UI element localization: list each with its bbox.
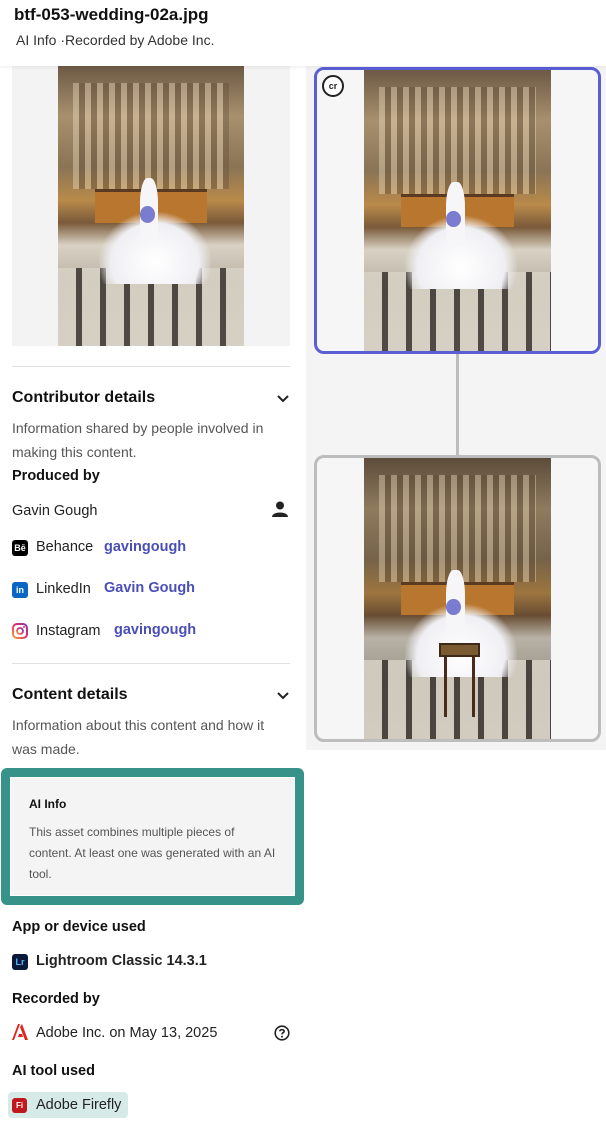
ai-tool-label: AI tool used (12, 1063, 95, 1079)
person-icon (272, 501, 288, 517)
help-icon[interactable] (274, 1025, 290, 1041)
ingredient-asset-node[interactable] (314, 455, 601, 742)
recorded-by-value: Adobe Inc. on May 13, 2025 (36, 1025, 218, 1041)
divider (12, 663, 290, 664)
adobe-logo-icon (12, 1024, 28, 1040)
divider (12, 366, 290, 367)
recorded-by-label: Recorded by (12, 991, 100, 1007)
lightroom-icon: Lr (12, 954, 28, 970)
behance-link[interactable]: gavingough (104, 539, 186, 555)
ai-tool-value: Adobe Firefly (36, 1097, 122, 1113)
details-panel: Contributor details Information shared b… (0, 66, 304, 1129)
original-photo-thumbnail (364, 458, 551, 739)
content-credentials-icon: cr (322, 75, 344, 97)
file-name: btf-053-wedding-02a.jpg (14, 5, 209, 24)
provenance-graph: cr (306, 66, 606, 750)
header: btf-053-wedding-02a.jpg AI Info ·Recorde… (0, 0, 606, 66)
content-details-title: Content details (12, 686, 128, 703)
ai-info-card: AI Info This asset combines multiple pie… (11, 778, 294, 895)
thumbnail-frame (12, 66, 290, 346)
producer-name: Gavin Gough (12, 503, 98, 519)
lectern-detail (438, 643, 480, 717)
contributor-description: Information shared by people involved in… (12, 420, 264, 460)
app-used-label: App or device used (12, 919, 146, 935)
behance-icon: Bē (12, 540, 28, 556)
contributor-details-title: Contributor details (12, 389, 156, 406)
ai-info-title: AI Info (29, 797, 67, 811)
graph-connector (456, 354, 459, 455)
linkedin-platform-label: LinkedIn (36, 581, 91, 597)
produced-by-label: Produced by (12, 468, 100, 484)
current-asset-node[interactable]: cr (314, 67, 601, 354)
content-description: Information about this content and how i… (12, 717, 265, 757)
linkedin-icon: in (12, 582, 28, 598)
app-used-value: Lightroom Classic 14.3.1 (36, 953, 207, 969)
wedding-photo-thumbnail[interactable] (58, 66, 244, 346)
ai-info-description: This asset combines multiple pieces of c… (29, 825, 276, 881)
firefly-icon: Fi (12, 1098, 27, 1113)
chevron-down-icon[interactable] (276, 689, 290, 703)
linkedin-link[interactable]: Gavin Gough (104, 580, 195, 596)
behance-platform-label: Behance (36, 539, 94, 555)
chevron-down-icon[interactable] (276, 392, 290, 406)
instagram-link[interactable]: gavingough (114, 622, 196, 638)
ai-info-callout: AI Info This asset combines multiple pie… (1, 768, 304, 905)
edited-photo-thumbnail (364, 70, 551, 351)
instagram-icon (12, 623, 28, 639)
header-subtitle: AI Info ·Recorded by Adobe Inc. (16, 32, 215, 48)
instagram-platform-label: Instagram (36, 623, 101, 639)
